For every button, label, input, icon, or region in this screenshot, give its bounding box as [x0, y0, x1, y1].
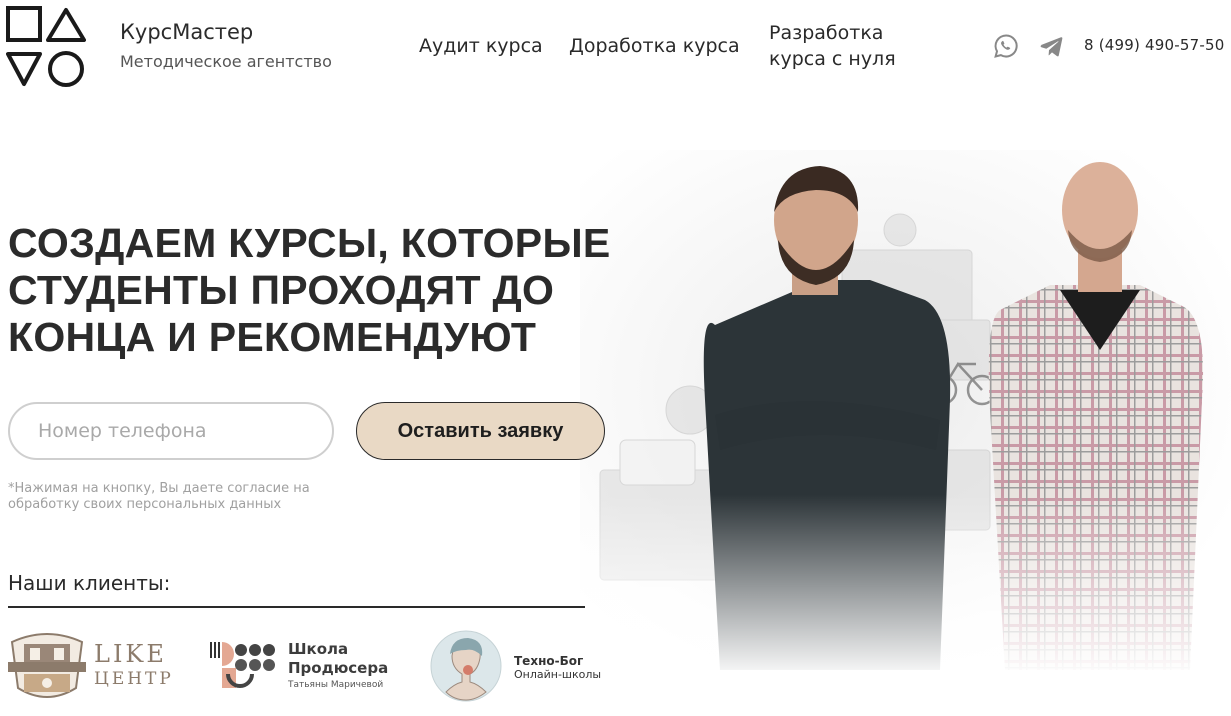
- techno-bog-line1: Техно-Бог: [514, 654, 584, 668]
- client-techno-bog[interactable]: Техно-Бог Онлайн-школы: [430, 630, 620, 702]
- techno-bog-portrait-icon: [430, 630, 502, 702]
- producer-school-logo-icon: [210, 642, 275, 688]
- client-like-center[interactable]: LIKE ЦЕНТР: [6, 628, 171, 704]
- producer-school-line3: Татьяны Маричевой: [288, 680, 384, 690]
- whatsapp-icon[interactable]: [993, 33, 1019, 59]
- hero-title-line3: КОНЦА И РЕКОМЕНДУЮТ: [8, 314, 537, 360]
- hero-title-line2: СТУДЕНТЫ ПРОХОДЯТ ДО: [8, 267, 555, 313]
- producer-school-line1: Школа: [288, 640, 349, 658]
- hero-title-line1: СОЗДАЕМ КУРСЫ, КОТОРЫЕ: [8, 220, 611, 266]
- nav-improve-link[interactable]: Доработка курса: [569, 33, 740, 59]
- nav-audit-link[interactable]: Аудит курса: [419, 33, 543, 59]
- producer-school-line2: Продюсера: [288, 659, 389, 677]
- techno-bog-line2: Онлайн-школы: [514, 668, 602, 681]
- like-center-line1: LIKE: [94, 640, 167, 668]
- like-center-line2: ЦЕНТР: [94, 669, 174, 689]
- brand-subtitle: Методическое агентство: [120, 52, 332, 71]
- clients-title: Наши клиенты:: [8, 571, 171, 595]
- phone-input[interactable]: [8, 402, 334, 460]
- client-producer-school[interactable]: Школа Продюсера Татьяны Маричевой: [208, 636, 398, 696]
- brand-name: КурсМастер: [120, 20, 254, 44]
- nav-develop-line2: курса с нуля: [769, 48, 896, 70]
- logo-icon[interactable]: [6, 6, 86, 88]
- like-center-wordmark: LIKE ЦЕНТР: [94, 640, 174, 689]
- hero-title: СОЗДАЕМ КУРСЫ, КОТОРЫЕ СТУДЕНТЫ ПРОХОДЯТ…: [8, 220, 618, 361]
- nav-develop-line1: Разработка: [769, 22, 884, 44]
- clients-divider: [8, 606, 585, 608]
- like-center-emblem-icon: [8, 633, 86, 698]
- telegram-icon[interactable]: [1038, 33, 1064, 59]
- phone-number[interactable]: 8 (499) 490-57-50: [1084, 36, 1224, 54]
- consent-text: *Нажимая на кнопку, Вы даете согласие на…: [8, 481, 310, 512]
- hero-photo: [580, 150, 1231, 680]
- submit-request-button[interactable]: Оставить заявку: [356, 402, 605, 460]
- techno-bog-wordmark: Техно-Бог Онлайн-школы: [514, 654, 601, 682]
- nav-develop-link[interactable]: Разработка курса с нуля: [769, 20, 919, 72]
- producer-school-wordmark: Школа Продюсера Татьяны Маричевой: [288, 640, 388, 692]
